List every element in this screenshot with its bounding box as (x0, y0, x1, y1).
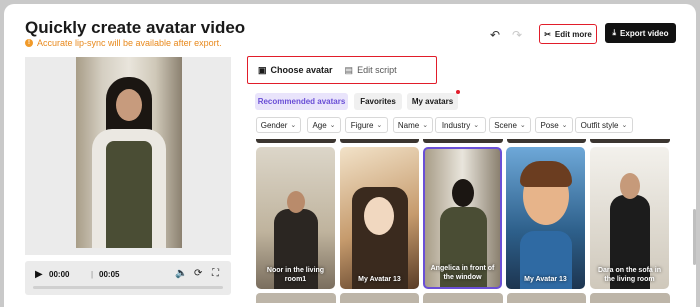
avatar-caption: My Avatar 13 (358, 276, 401, 283)
redo-icon[interactable]: ↷ (512, 28, 522, 42)
filter-pose[interactable]: Pose ⌄ (535, 117, 573, 133)
undo-icon[interactable]: ↶ (490, 28, 500, 42)
chevron-down-icon: ⌄ (621, 122, 628, 129)
duration: 00:05 (99, 270, 120, 279)
chevron-down-icon: ⌄ (561, 122, 568, 129)
avatar-caption: Dara on the sofa in the living room (597, 267, 661, 283)
progress-bar[interactable] (33, 286, 223, 289)
filter-figure[interactable]: Figure ⌄ (345, 117, 388, 133)
category-favorites[interactable]: Favorites (354, 93, 402, 110)
time-separator: | (91, 270, 94, 279)
current-time: 00:00 (49, 270, 70, 279)
category-my-avatars[interactable]: My avatars (407, 90, 460, 110)
tab-edit-script[interactable]: ▤ Edit script (345, 65, 397, 76)
tab-choose-avatar[interactable]: ▣ Choose avatar (258, 65, 333, 76)
editor-tabs: ▣ Choose avatar ▤ Edit script (247, 56, 437, 84)
tab-label: Choose avatar (270, 65, 333, 75)
tab-label: Edit script (357, 65, 397, 75)
lip-sync-notice: ! Accurate lip-sync will be available af… (25, 38, 222, 48)
gallery-row-above (256, 139, 670, 143)
chevron-down-icon: ⌄ (422, 122, 429, 129)
download-icon: ⤓ (612, 28, 617, 37)
chevron-down-icon: ⌄ (473, 122, 480, 129)
category-label: My avatars (411, 97, 454, 106)
avatar-card[interactable]: Noor in the living room1 (256, 147, 335, 289)
chevron-down-icon: ⌄ (376, 122, 383, 129)
script-icon: ▤ (344, 64, 354, 75)
export-label: Export video (620, 28, 669, 38)
avatar-caption: My Avatar 13 (524, 276, 567, 283)
avatar-video-frame (76, 57, 182, 248)
gallery-row-below (256, 293, 670, 303)
volume-icon[interactable]: 🔈 (175, 268, 187, 279)
export-video-button[interactable]: ⤓ Export video (605, 23, 676, 43)
video-preview (25, 57, 231, 255)
speed-icon[interactable]: ⟳ (194, 268, 202, 279)
scissors-icon: ✂ (544, 29, 551, 39)
gallery-scrollbar[interactable] (693, 209, 696, 265)
avatar-card-selected[interactable]: Angelica in front of the window (423, 147, 502, 289)
category-recommended-avatars[interactable]: Recommended avatars (255, 93, 348, 110)
avatar-card-icon: ▣ (258, 64, 267, 75)
avatar-video-modal: Quickly create avatar video ! Accurate l… (4, 4, 696, 307)
filter-name[interactable]: Name ⌄ (393, 117, 433, 133)
info-icon: ! (25, 39, 33, 47)
edit-more-label: Edit more (554, 29, 592, 39)
fullscreen-icon[interactable]: ⛶ (212, 268, 219, 279)
page-title: Quickly create avatar video (25, 18, 246, 37)
new-dot (456, 90, 460, 94)
avatar-card[interactable]: My Avatar 13 (340, 147, 419, 289)
chevron-down-icon: ⌄ (519, 122, 526, 129)
avatar-caption: Angelica in front of the window (430, 265, 495, 281)
notice-text: Accurate lip-sync will be available afte… (37, 38, 222, 48)
chevron-down-icon: ⌄ (290, 122, 297, 129)
avatar-card[interactable]: Dara on the sofa in the living room (590, 147, 669, 289)
filter-outfit-style[interactable]: Outfit style ⌄ (575, 117, 633, 133)
filter-scene[interactable]: Scene ⌄ (489, 117, 531, 133)
filter-gender[interactable]: Gender ⌄ (256, 117, 301, 133)
player-controls: ▶ 00:00 | 00:05 🔈 ⟳ ⛶ (25, 261, 231, 295)
edit-more-button[interactable]: ✂ Edit more (539, 24, 597, 44)
filter-age[interactable]: Age ⌄ (307, 117, 341, 133)
play-icon[interactable]: ▶ (35, 269, 43, 280)
filter-industry[interactable]: Industry ⌄ (435, 117, 486, 133)
chevron-down-icon: ⌄ (329, 122, 336, 129)
avatar-card[interactable]: My Avatar 13 (506, 147, 585, 289)
avatar-caption: Noor in the living room1 (266, 267, 325, 283)
